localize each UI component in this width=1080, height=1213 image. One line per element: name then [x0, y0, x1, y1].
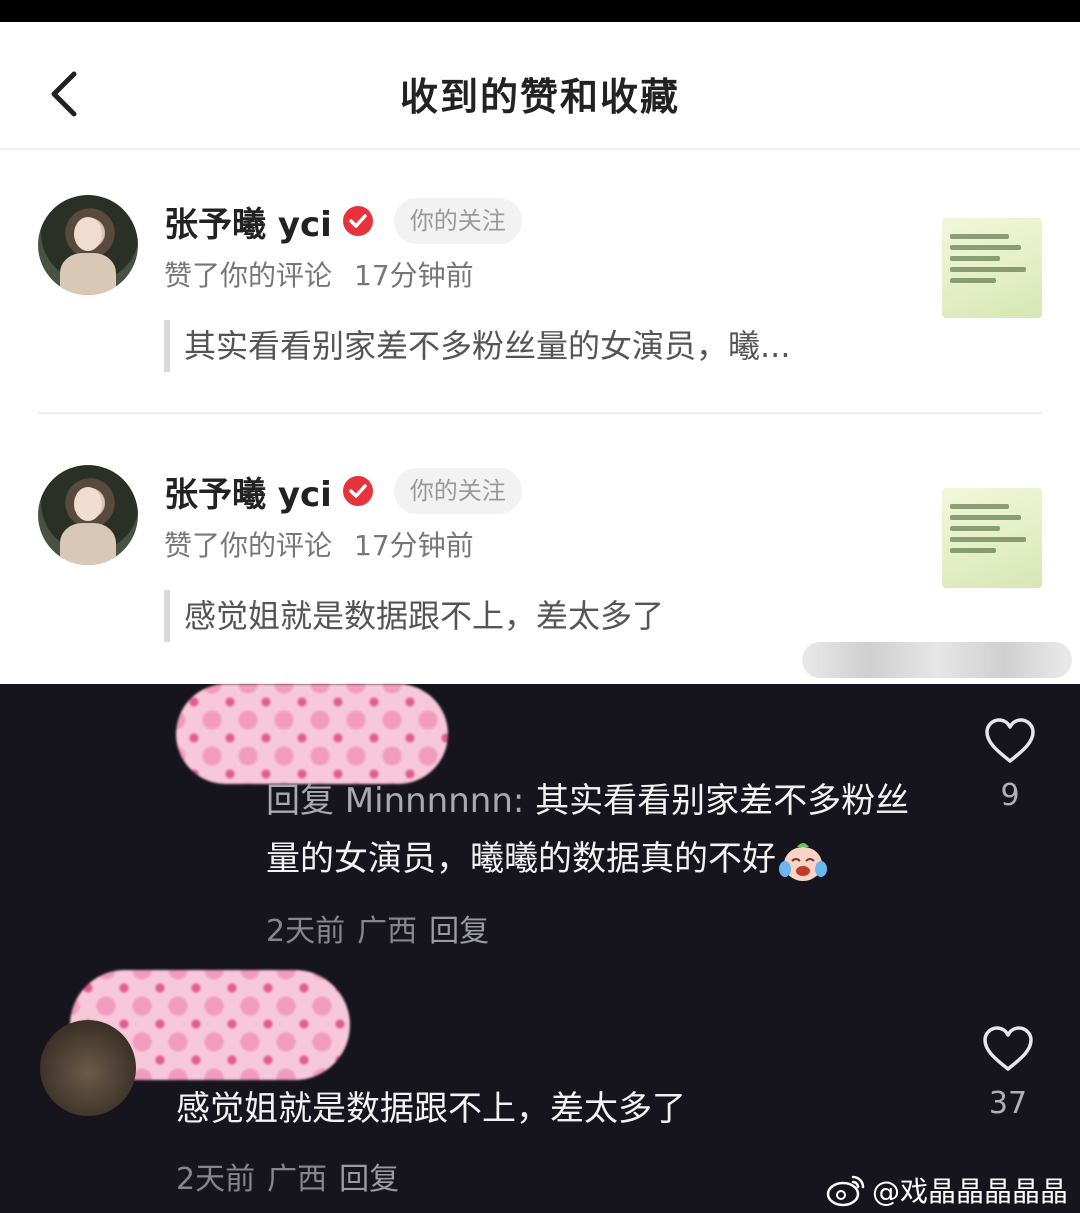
verified-icon: [342, 476, 373, 506]
avatar[interactable]: [38, 465, 138, 565]
like-count: 9: [1000, 778, 1020, 813]
timestamp: 17分钟前: [354, 259, 474, 292]
user-name[interactable]: 张予曦 yci: [164, 197, 332, 246]
comment-body: 回复 Minnnnnn: 其实看看别家差不多粉丝量的女演员，曦曦的数据真的不好: [266, 772, 936, 888]
name-row: 张予曦 yci 你的关注: [164, 196, 522, 246]
notifications-panel: 收到的赞和收藏 张予曦 yci 你的关注 赞了你的评论 17分钟前 其实看看别家…: [0, 22, 1080, 684]
notification-item[interactable]: 张予曦 yci 你的关注 赞了你的评论 17分钟前 其实看看别家差不多粉丝量的女…: [0, 172, 1080, 442]
like-button[interactable]: 37: [978, 1026, 1038, 1121]
quoted-comment: 其实看看别家差不多粉丝量的女演员，曦...: [164, 320, 791, 372]
like-count: 37: [988, 1086, 1028, 1121]
comment-location: 广西: [357, 914, 418, 949]
comment-meta: 2天前 广西 回复: [176, 1154, 399, 1198]
page-title: 收到的赞和收藏: [399, 75, 680, 119]
like-button[interactable]: 9: [980, 718, 1040, 813]
avatar[interactable]: [40, 1020, 136, 1116]
comment-text: 感觉姐就是数据跟不上，差太多了: [176, 1089, 686, 1129]
comments-panel: 回复 Minnnnnn: 其实看看别家差不多粉丝量的女演员，曦曦的数据真的不好 …: [0, 684, 1080, 1213]
watermark-text: @戏晶晶晶晶晶: [872, 1175, 1069, 1208]
censor-mosaic: [176, 684, 448, 784]
verified-icon: [342, 206, 373, 236]
follow-badge: 你的关注: [393, 198, 522, 244]
action-text: 赞了你的评论: [164, 529, 333, 562]
post-thumbnail[interactable]: [942, 488, 1042, 588]
comment-body: 感觉姐就是数据跟不上，差太多了: [176, 1080, 876, 1138]
blurred-watermark: [802, 642, 1072, 678]
quoted-comment: 感觉姐就是数据跟不上，差太多了: [164, 590, 664, 642]
heart-icon: [985, 718, 1035, 763]
avatar[interactable]: [38, 195, 138, 295]
action-text: 赞了你的评论: [164, 259, 333, 292]
comment-location: 广西: [267, 1162, 328, 1197]
comment-age: 2天前: [266, 914, 346, 949]
follow-badge: 你的关注: [393, 468, 522, 514]
divider: [38, 412, 1042, 414]
weibo-watermark: @戏晶晶晶晶晶: [826, 1170, 1068, 1210]
reply-button[interactable]: 回复: [429, 906, 489, 950]
action-row: 赞了你的评论 17分钟前: [164, 254, 474, 294]
name-row: 张予曦 yci 你的关注: [164, 466, 522, 516]
crying-laugh-emoji-icon: [779, 842, 827, 881]
action-row: 赞了你的评论 17分钟前: [164, 524, 474, 564]
timestamp: 17分钟前: [354, 529, 474, 562]
post-thumbnail[interactable]: [942, 218, 1042, 318]
status-bar: [0, 0, 1080, 22]
screenshot-root: 收到的赞和收藏 张予曦 yci 你的关注 赞了你的评论 17分钟前 其实看看别家…: [0, 0, 1080, 1213]
comment-meta: 2天前 广西 回复: [266, 906, 489, 950]
comment-age: 2天前: [176, 1162, 256, 1197]
heart-icon: [983, 1026, 1033, 1071]
weibo-logo-icon: [826, 1175, 865, 1207]
reply-to-user[interactable]: 回复 Minnnnnn:: [266, 781, 524, 821]
nav-bar: 收到的赞和收藏: [0, 22, 1080, 150]
reply-button[interactable]: 回复: [339, 1154, 399, 1198]
user-name[interactable]: 张予曦 yci: [164, 467, 332, 516]
